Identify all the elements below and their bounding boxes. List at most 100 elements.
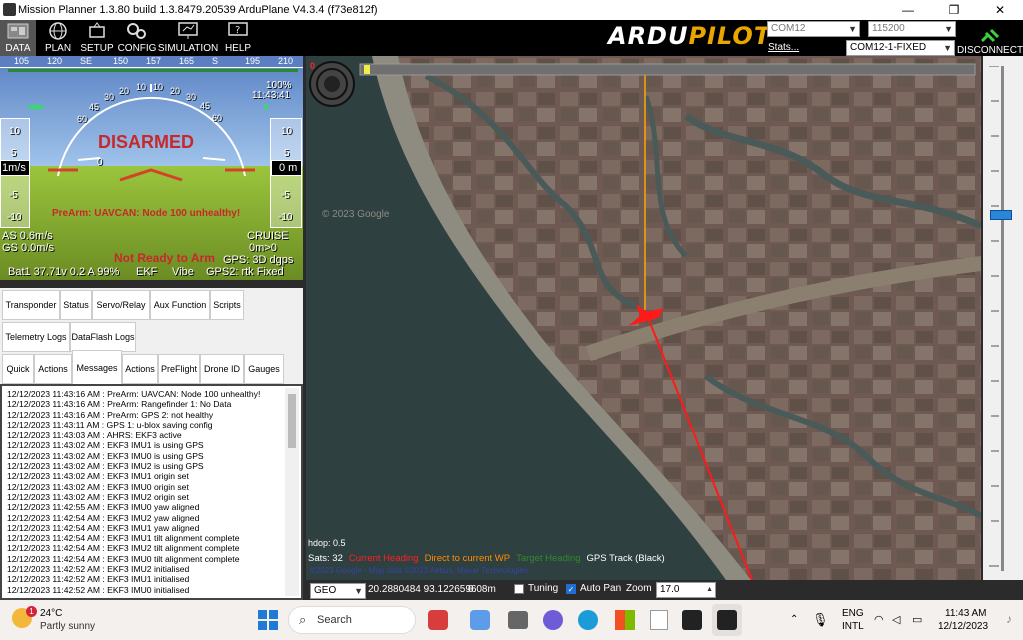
pitch-arc-label: 45 — [200, 101, 211, 111]
gps2-status: GPS2: rtk Fixed — [206, 266, 284, 278]
clock-date[interactable]: 12/12/2023 — [938, 621, 988, 632]
menu-simulation-label: SIMULATION — [157, 43, 219, 54]
satellite-map — [306, 56, 981, 580]
messages-panel[interactable]: 12/12/2023 11:43:16 AM : PreArm: UAVCAN:… — [0, 384, 303, 600]
pitch-arc-label: 20 — [119, 86, 130, 96]
coord-type-select[interactable]: GEO ▼ — [310, 583, 366, 599]
tab-actions[interactable]: Actions — [34, 354, 72, 384]
language-2[interactable]: INTL — [842, 621, 864, 632]
zoom-track — [1001, 66, 1004, 571]
messages-list: 12/12/2023 11:43:16 AM : PreArm: UAVCAN:… — [7, 389, 285, 595]
pitch-arc-label: 10 — [153, 82, 164, 92]
tab-drone-id[interactable]: Drone ID — [200, 354, 244, 384]
close-button[interactable]: ✕ — [977, 0, 1023, 20]
cursor-alt: 0.08m — [468, 584, 496, 595]
menu-data-label: DATA — [5, 43, 31, 54]
wifi-icon[interactable]: ◠ — [874, 613, 884, 626]
disconnect-button[interactable]: DISCONNECT — [957, 24, 1023, 56]
tab-status[interactable]: Status — [60, 290, 92, 320]
menu-data[interactable]: DATA — [0, 20, 36, 56]
taskbar-search[interactable]: ⌕ Search — [288, 606, 416, 634]
menu-help[interactable]: ? HELP — [222, 20, 254, 56]
stats-link[interactable]: Stats... — [768, 42, 799, 53]
message-line: 12/12/2023 11:42:54 AM : EKF3 IMU1 tilt … — [7, 533, 240, 544]
tab-messages[interactable]: Messages — [72, 350, 122, 384]
message-line: 12/12/2023 11:42:54 AM : EKF3 IMU0 tilt … — [7, 553, 240, 564]
mission-planner-task[interactable] — [712, 604, 742, 636]
microphone-icon[interactable]: 🎙 — [812, 612, 829, 628]
zoom-label: Zoom — [626, 583, 652, 594]
app-icon-1[interactable] — [428, 610, 448, 630]
bell-icon[interactable]: ♪ — [1006, 612, 1012, 626]
windows-taskbar: 1 24°C Partly sunny ⌕ Search ⌃ 🎙 ENG INT… — [0, 600, 1023, 640]
tab-telemetry-logs[interactable]: Telemetry Logs — [2, 322, 70, 352]
message-line: 12/12/2023 11:43:16 AM : PreArm: UAVCAN:… — [7, 389, 261, 399]
clock-time[interactable]: 11:43 AM — [945, 608, 987, 619]
zoom-input[interactable]: 17.0 ▲ — [656, 582, 716, 598]
pitch-zero: 0 — [97, 157, 103, 168]
menu-config[interactable]: CONFIG — [118, 20, 156, 56]
baud-select[interactable]: 115200 ▼ — [868, 21, 956, 37]
message-line: 12/12/2023 11:43:02 AM : EKF3 IMU0 origi… — [7, 481, 189, 492]
notification-badge: 1 — [26, 606, 37, 617]
map-view[interactable]: 0 © 2023 Google hdop: 0.5 Sats: 32 Curre… — [306, 56, 981, 580]
message-line: 12/12/2023 11:42:54 AM : EKF3 IMU2 tilt … — [7, 543, 240, 554]
prearm-message: PreArm: UAVCAN: Node 100 unhealthy! — [52, 208, 241, 219]
tab-scripts[interactable]: Scripts — [210, 290, 244, 320]
tab-dataflash-logs[interactable]: DataFlash Logs — [70, 322, 136, 352]
menu-setup[interactable]: SETUP — [80, 20, 114, 56]
panel-splitter[interactable] — [0, 280, 303, 288]
terminal-icon[interactable] — [682, 610, 702, 630]
tab-aux-function[interactable]: Aux Function — [150, 290, 210, 320]
tab-servo-relay[interactable]: Servo/Relay — [92, 290, 150, 320]
maximize-button[interactable]: ❐ — [931, 0, 977, 20]
menu-plan[interactable]: PLAN — [40, 20, 76, 56]
minimize-button[interactable]: — — [885, 0, 931, 20]
language-1[interactable]: ENG — [842, 608, 864, 619]
legend-direct-wp: Direct to current WP — [424, 553, 511, 564]
speed-scale-label: -5 — [9, 190, 18, 201]
tuning-checkbox[interactable] — [514, 584, 524, 594]
tab-quick[interactable]: Quick — [2, 354, 34, 384]
menu-plan-label: PLAN — [44, 43, 72, 54]
alt-scale-label: 5 — [284, 148, 290, 159]
tab-actions-2[interactable]: Actions — [122, 354, 158, 384]
message-line: 12/12/2023 11:42:54 AM : EKF3 IMU2 yaw a… — [7, 512, 200, 523]
store-icon[interactable] — [615, 610, 635, 630]
autopan-checkbox[interactable]: ✓ — [566, 584, 576, 594]
volume-icon[interactable]: ◁ — [892, 613, 900, 626]
weather-text: Partly sunny — [40, 621, 96, 632]
zoom-scale[interactable] — [983, 56, 1023, 580]
ekf-status[interactable]: EKF — [136, 266, 157, 278]
legend-current-heading: Current Heading — [348, 553, 419, 564]
vibe-status[interactable]: Vibe — [172, 266, 194, 278]
tab-transponder[interactable]: Transponder — [2, 290, 60, 320]
app-icon-2[interactable] — [470, 610, 490, 630]
disarmed-status: DISARMED — [98, 132, 195, 152]
message-line: 12/12/2023 11:43:03 AM : AHRS: EKF3 acti… — [7, 430, 182, 441]
tab-preflight[interactable]: PreFlight — [158, 354, 200, 384]
vehicle-select[interactable]: COM12-1-FIXED WING▼ — [846, 40, 955, 67]
messages-scrollbar[interactable] — [285, 388, 299, 596]
monitor-icon — [176, 21, 200, 41]
tab-gauges[interactable]: Gauges — [244, 354, 284, 384]
edge-icon[interactable] — [578, 610, 598, 630]
menu-simulation[interactable]: SIMULATION — [157, 20, 219, 56]
menu-config-label: CONFIG — [117, 43, 157, 54]
app-icon-3[interactable] — [508, 611, 528, 629]
teams-icon[interactable] — [543, 610, 563, 630]
battery-icon[interactable]: ▭ — [912, 613, 922, 626]
distance-label: 0m>0 — [249, 242, 277, 254]
message-line: 12/12/2023 11:42:54 AM : EKF3 IMU1 yaw a… — [7, 522, 200, 533]
speed-scale-label: -10 — [7, 212, 22, 223]
windows-start-icon[interactable] — [258, 610, 278, 630]
notepad-icon[interactable] — [650, 610, 668, 630]
not-ready-message: Not Ready to Arm — [114, 251, 215, 265]
message-line: 12/12/2023 11:43:02 AM : EKF3 IMU2 origi… — [7, 491, 189, 502]
ardupilot-logo: ARDUPILOT — [608, 22, 772, 50]
tray-chevron-icon[interactable]: ⌃ — [790, 614, 798, 625]
message-line: 12/12/2023 11:43:02 AM : EKF3 IMU1 origi… — [7, 471, 189, 482]
port-select[interactable]: COM12 ▼ — [767, 21, 860, 37]
plug-icon — [980, 28, 1000, 43]
pitch-arc-label: 30 — [186, 92, 197, 102]
